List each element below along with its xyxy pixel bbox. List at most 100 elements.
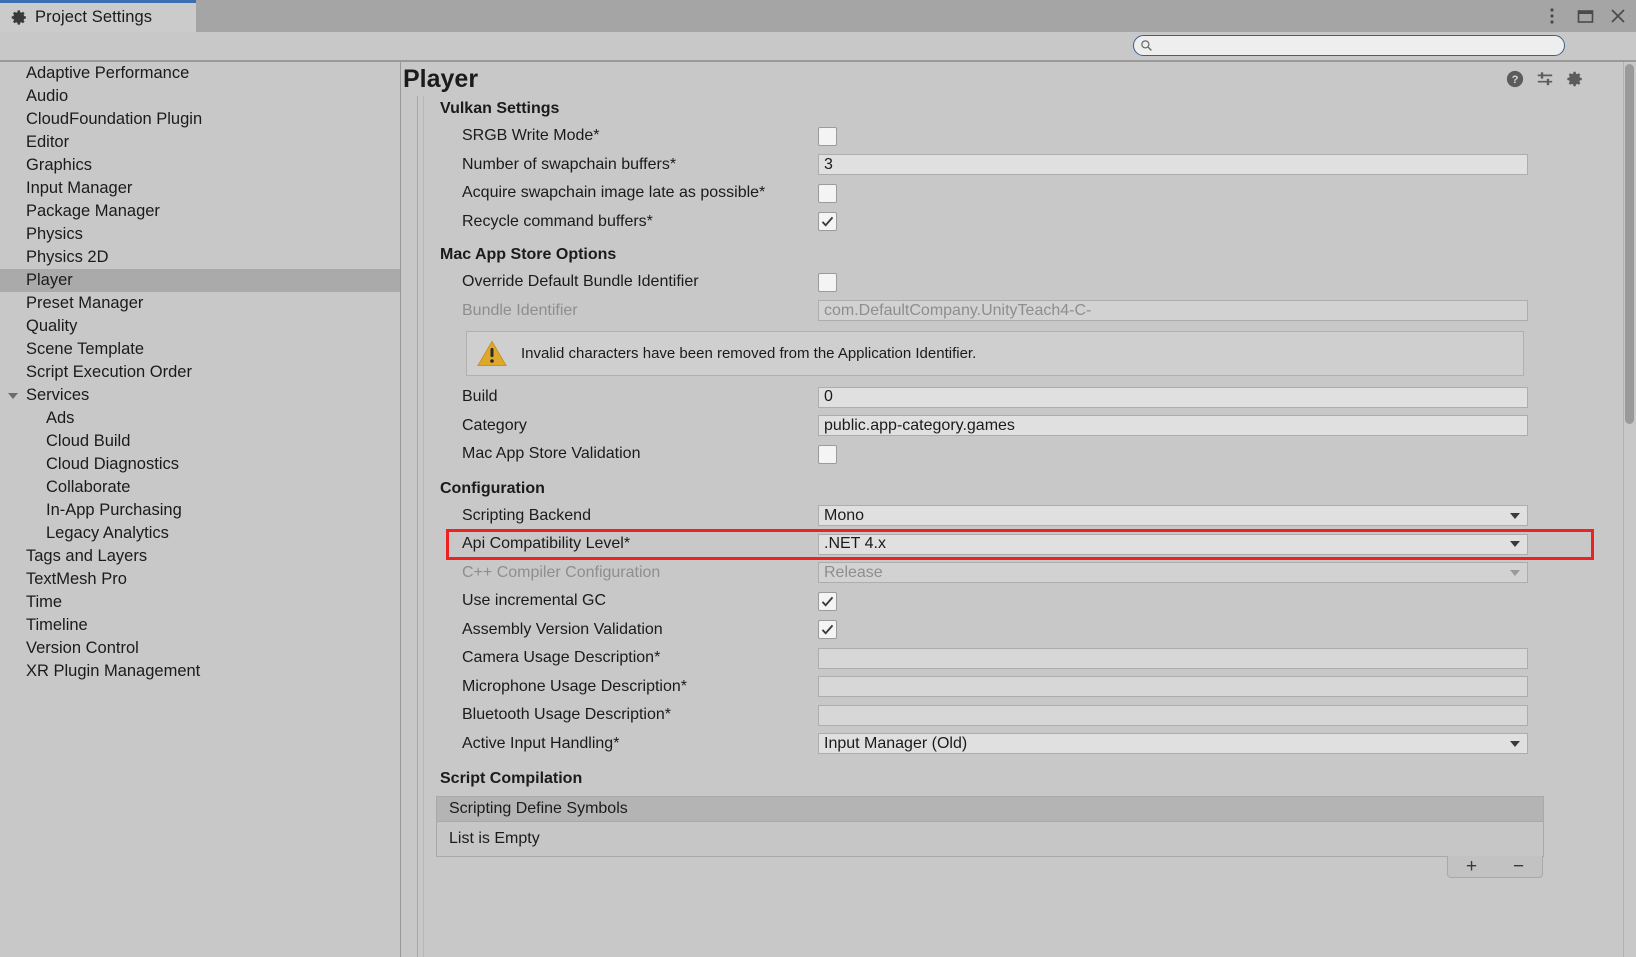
checkbox-override-default-bundle-identifier[interactable] [818,272,837,292]
setting-row-acquire-swapchain-image-late-as-possible: Acquire swapchain image late as possible… [418,179,1592,208]
setting-row-override-default-bundle-identifier: Override Default Bundle Identifier [418,268,1592,297]
sidebar-item-preset-manager[interactable]: Preset Manager [0,292,400,315]
checkbox-srgb-write-mode[interactable] [818,126,837,146]
remove-define-button[interactable]: − [1513,857,1524,876]
sidebar-list: Adaptive Performance Audio CloudFoundation… [0,62,400,683]
scripting-define-symbols-list[interactable]: Scripting Define Symbols List is Empty +… [436,796,1544,878]
sidebar-item-label: Timeline [26,616,88,634]
dropdown-scripting-backend[interactable]: Mono [818,505,1528,527]
input-camera-usage-description[interactable] [818,647,1528,669]
search-box[interactable] [1133,35,1565,56]
sidebar-item-label: Script Execution Order [26,363,192,381]
dropdown-api-compatibility-level[interactable]: .NET 4.x [818,533,1528,555]
setting-label: Category [462,416,527,434]
sidebar-item-package-manager[interactable]: Package Manager [0,200,400,223]
setting-row-srgb-write-mode: SRGB Write Mode* [418,122,1592,151]
sidebar-item-label: Editor [26,133,70,151]
sidebar-item-timeline[interactable]: Timeline [0,614,400,637]
sidebar-item-label: Player [26,271,73,289]
sidebar-item-editor[interactable]: Editor [0,131,400,154]
sidebar-item-collaborate[interactable]: Collaborate [0,476,400,499]
dropdown-cpp-compiler-configuration[interactable]: Release [818,562,1528,584]
project-settings-window: Project Settings Adaptive Performance Au… [0,0,1636,957]
sidebar-item-xr-plugin-management[interactable]: XR Plugin Management [0,660,400,683]
sidebar-item-tags-and-layers[interactable]: Tags and Layers [0,545,400,568]
panel-header-icons: ? [1506,70,1584,88]
checkbox-mac-app-store-validation[interactable] [818,444,837,464]
sidebar-item-player[interactable]: Player [0,269,400,292]
setting-row-camera-usage-description: Camera Usage Description* [418,644,1592,673]
sidebar-item-textmesh-pro[interactable]: TextMesh Pro [0,568,400,591]
add-define-button[interactable]: + [1466,857,1477,876]
sidebar-item-physics[interactable]: Physics [0,223,400,246]
sidebar-item-label: Audio [26,87,69,105]
setting-row-category: Category public.app-category.games [418,412,1592,441]
setting-label: Recycle command buffers* [462,212,653,230]
sidebar-item-time[interactable]: Time [0,591,400,614]
sidebar-item-cloud-build[interactable]: Cloud Build [0,430,400,453]
dropdown-value: Input Manager (Old) [824,734,968,752]
inspector-scrollbar[interactable] [1623,62,1636,957]
sidebar-item-graphics[interactable]: Graphics [0,154,400,177]
setting-row-active-input-handling: Active Input Handling* Input Manager (Old… [418,730,1592,759]
sidebar-item-label: Physics [26,225,83,243]
input-build[interactable]: 0 [818,386,1528,408]
warning-message: Invalid characters have been removed fro… [466,331,1524,376]
check-icon [821,217,834,227]
setting-label: Active Input Handling* [462,734,620,752]
setting-label: Build [462,388,498,406]
sidebar-item-version-control[interactable]: Version Control [0,637,400,660]
setting-label: Override Default Bundle Identifier [462,273,699,291]
tab-project-settings[interactable]: Project Settings [0,0,196,32]
sidebar-item-in-app-purchasing[interactable]: In-App Purchasing [0,499,400,522]
sidebar-item-ads[interactable]: Ads [0,407,400,430]
warning-triangle-icon [477,340,507,366]
maximize-icon[interactable] [1575,6,1595,26]
sidebar-item-cloud-diagnostics[interactable]: Cloud Diagnostics [0,453,400,476]
chevron-down-icon [1510,512,1520,519]
input-bluetooth-usage-description[interactable] [818,704,1528,726]
close-icon[interactable] [1608,6,1628,26]
scrollbar-thumb[interactable] [1625,64,1634,424]
window-controls [1542,0,1628,32]
checkbox-assembly-version-validation[interactable] [818,620,837,640]
input-microphone-usage-description[interactable] [818,676,1528,698]
sidebar-item-script-execution-order[interactable]: Script Execution Order [0,361,400,384]
input-bundle-identifier[interactable]: com.DefaultCompany.UnityTeach4-C- [818,300,1528,322]
svg-text:?: ? [1512,74,1519,86]
sidebar-item-label: Graphics [26,156,93,174]
settings-sidebar[interactable]: Adaptive Performance Audio CloudFoundation… [0,62,401,957]
vertical-dots-icon[interactable] [1542,6,1562,26]
sidebar-item-legacy-analytics[interactable]: Legacy Analytics [0,522,400,545]
checkbox-recycle-command-buffers[interactable] [818,212,837,232]
sidebar-item-input-manager[interactable]: Input Manager [0,177,400,200]
sidebar-item-cloudfoundation-plugin[interactable]: CloudFoundation Plugin [0,108,400,131]
help-icon[interactable]: ? [1506,70,1524,88]
setting-row-cpp-compiler-configuration: C++ Compiler Configuration Release [418,559,1592,588]
input-category[interactable]: public.app-category.games [818,415,1528,437]
checkbox-acquire-swapchain-image-late-as-possible[interactable] [818,183,837,203]
gear-icon [11,10,26,25]
sidebar-item-physics-2d[interactable]: Physics 2D [0,246,400,269]
sidebar-item-adaptive-performance[interactable]: Adaptive Performance [0,62,400,85]
search-input[interactable] [1153,36,1564,55]
sidebar-item-label: XR Plugin Management [26,662,201,680]
chevron-down-icon[interactable] [8,392,18,399]
sidebar-item-quality[interactable]: Quality [0,315,400,338]
setting-row-build: Build 0 [418,383,1592,412]
dropdown-active-input-handling[interactable]: Input Manager (Old) [818,733,1528,755]
sidebar-item-services[interactable]: Services [0,384,400,407]
sidebar-item-audio[interactable]: Audio [0,85,400,108]
input-number-of-swapchain-buffers[interactable]: 3 [818,154,1528,176]
setting-label: SRGB Write Mode* [462,127,600,145]
gear-icon[interactable] [1566,70,1584,88]
dropdown-value: Mono [824,506,865,524]
preset-sliders-icon[interactable] [1536,70,1554,88]
checkbox-use-incremental-gc[interactable] [818,591,837,611]
sidebar-item-label: Tags and Layers [26,547,148,565]
list-footer: + − [1447,856,1543,878]
sidebar-item-scene-template[interactable]: Scene Template [0,338,400,361]
sidebar-item-label: Collaborate [46,478,131,496]
setting-label: Number of swapchain buffers* [462,155,677,173]
sidebar-item-label: Preset Manager [26,294,144,312]
